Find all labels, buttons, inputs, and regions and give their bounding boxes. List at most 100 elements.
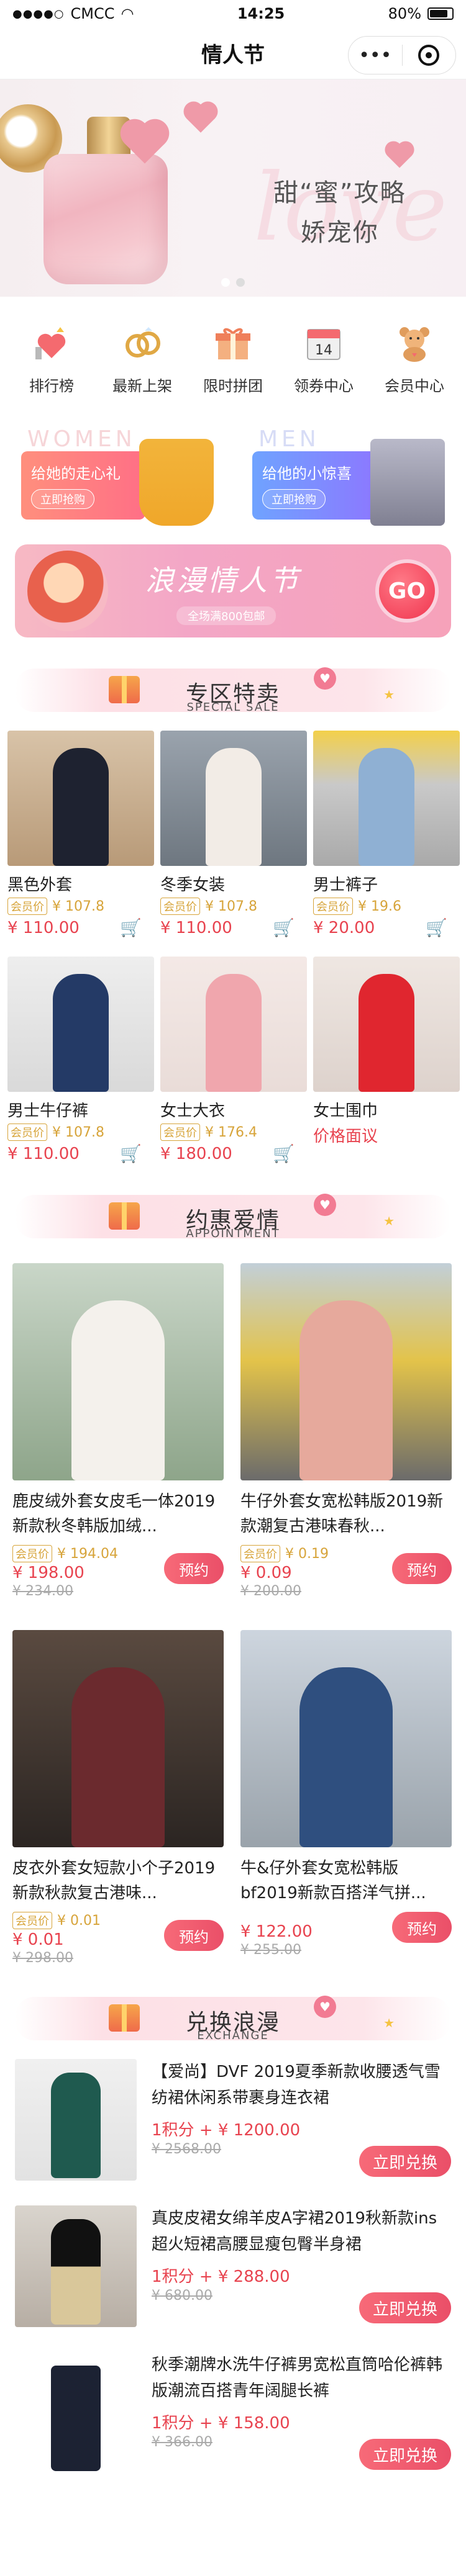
cart-icon[interactable]: 🛒 xyxy=(120,1143,142,1164)
product-card[interactable]: 男士牛仔裤 会员价 ¥ 107.8 ¥ 110.00 🛒 xyxy=(7,957,154,1164)
book-button[interactable]: 预约 xyxy=(164,1553,224,1584)
perfume-bottle-image xyxy=(43,154,168,284)
buy-now-button-men[interactable]: 立即抢购 xyxy=(262,489,326,509)
product-image xyxy=(12,1263,224,1480)
signal-icon: ●●●●○ xyxy=(12,7,65,20)
page-title: 情人节 xyxy=(201,43,265,68)
quick-nav-group-buy[interactable]: 限时拼团 xyxy=(190,322,276,395)
exchange-item[interactable]: 【爱尚】DVF 2019夏季新款收腰透气雪纺裙休闲系带裹身连衣裙 1积分 + ¥… xyxy=(15,2059,451,2181)
product-card[interactable]: 黑色外套 会员价 ¥ 107.8 ¥ 110.00 🛒 xyxy=(7,731,154,938)
product-card[interactable]: 冬季女装 会员价 ¥ 107.8 ¥ 110.00 🛒 xyxy=(160,731,307,938)
appointment-card[interactable]: 牛&仔外套女宽松韩版bf2019新款百搭洋气拼... ¥ 122.00 ¥ 25… xyxy=(240,1630,452,1966)
product-name: 男士裤子 xyxy=(313,876,378,894)
quick-nav-ranking[interactable]: 排行榜 xyxy=(8,322,95,395)
product-title: 鹿皮绒外套女皮毛一体2019新款秋冬韩版加绒... xyxy=(12,1492,216,1536)
vip-tag: 会员价 xyxy=(7,898,47,915)
quick-nav-new-arrivals[interactable]: 最新上架 xyxy=(99,322,186,395)
exchange-item[interactable]: 真皮皮裙女绵羊皮A字裙2019秋新款ins超火短裙高腰显瘦包臀半身裙 1积分 +… xyxy=(15,2205,451,2327)
exchange-button[interactable]: 立即兑换 xyxy=(359,2292,451,2323)
vip-price: ¥ 0.19 xyxy=(285,1546,329,1562)
vip-price: ¥ 107.8 xyxy=(205,898,257,914)
gift-card-women[interactable]: WOMEN 给她的走心礼 立即抢购 xyxy=(15,426,220,526)
vip-price-row: 会员价 ¥ 194.04 xyxy=(12,1545,118,1562)
product-name: 冬季女装 xyxy=(160,876,226,894)
close-target-button[interactable] xyxy=(403,37,456,74)
model-figure xyxy=(359,974,414,1092)
carousel-dot[interactable] xyxy=(236,278,245,287)
vip-tag: 会员价 xyxy=(7,1124,47,1141)
cart-icon[interactable]: 🛒 xyxy=(273,1143,295,1164)
teddy-bear-icon xyxy=(393,322,436,365)
exchange-list: 【爱尚】DVF 2019夏季新款收腰透气雪纺裙休闲系带裹身连衣裙 1积分 + ¥… xyxy=(0,2047,466,2474)
model-figure xyxy=(71,1300,165,1480)
original-price: ¥ 298.00 xyxy=(12,1950,73,1966)
heart-decoration xyxy=(186,104,215,133)
exchange-info: 【爱尚】DVF 2019夏季新款收腰透气雪纺裙休闲系带裹身连衣裙 1积分 + ¥… xyxy=(152,2059,451,2181)
vip-price-row: 会员价 ¥ 0.19 xyxy=(240,1545,329,1562)
original-price: ¥ 200.00 xyxy=(240,1583,301,1599)
gift-title-women: 给她的走心礼 xyxy=(31,465,121,482)
buy-now-button-women[interactable]: 立即抢购 xyxy=(31,489,94,509)
go-button[interactable]: GO xyxy=(379,563,435,619)
product-title: 牛仔外套女宽松韩版2019新款潮复古港味春秋... xyxy=(240,1492,444,1536)
price: ¥ 110.00 xyxy=(7,1144,80,1163)
quick-nav-coupons[interactable]: 14 领券中心 xyxy=(280,322,367,395)
book-button[interactable]: 预约 xyxy=(392,1912,452,1943)
price-row: ¥ 20.00 🛒 xyxy=(313,917,460,938)
card-bottom: 会员价 ¥ 0.19 ¥ 0.09 ¥ 200.00 预约 xyxy=(240,1545,452,1599)
cart-icon[interactable]: 🛒 xyxy=(273,917,295,938)
product-title: 真皮皮裙女绵羊皮A字裙2019秋新款ins超火短裙高腰显瘦包臀半身裙 xyxy=(152,2209,437,2254)
vip-price-row: 会员价 ¥ 0.01 xyxy=(12,1912,101,1929)
quick-nav-membership[interactable]: 会员中心 xyxy=(371,322,458,395)
vip-price-row: 会员价 ¥ 19.6 xyxy=(313,898,460,915)
original-price: ¥ 255.00 xyxy=(240,1942,301,1958)
exchange-button[interactable]: 立即兑换 xyxy=(359,2439,451,2470)
status-bar: ●●●●○ CMCC ◠ 14:25 80% xyxy=(0,0,466,27)
price-block: 会员价 ¥ 0.01 ¥ 0.01 ¥ 298.00 xyxy=(12,1912,101,1966)
product-card[interactable]: 女士大衣 会员价 ¥ 176.4 ¥ 180.00 🛒 xyxy=(160,957,307,1164)
points-price: 1积分 + ¥ 158.00 xyxy=(152,2414,290,2433)
card-bottom: ¥ 122.00 ¥ 255.00 预约 xyxy=(240,1912,452,1958)
points-price: 1积分 + ¥ 288.00 xyxy=(152,2268,290,2286)
book-button[interactable]: 预约 xyxy=(392,1553,452,1584)
gift-bg-word-women: WOMEN xyxy=(27,426,136,452)
hero-banner[interactable]: love 甜“蜜”攻略 娇宠你 xyxy=(0,79,466,297)
calendar-icon: 14 xyxy=(302,322,345,365)
appointment-grid: 鹿皮绒外套女皮毛一体2019新款秋冬韩版加绒... 会员价 ¥ 194.04 ¥… xyxy=(0,1245,466,1966)
exchange-info: 真皮皮裙女绵羊皮A字裙2019秋新款ins超火短裙高腰显瘦包臀半身裙 1积分 +… xyxy=(152,2205,451,2327)
more-icon[interactable]: ••• xyxy=(349,37,402,74)
price-row: ¥ 110.00 🛒 xyxy=(160,917,307,938)
vip-price: ¥ 19.6 xyxy=(358,898,401,914)
book-button[interactable]: 预约 xyxy=(164,1920,224,1951)
cart-icon[interactable]: 🛒 xyxy=(120,917,142,938)
model-figure xyxy=(299,1300,393,1480)
nav-bar: 情人节 ••• xyxy=(0,27,466,79)
price: ¥ 0.01 xyxy=(12,1930,64,1949)
exchange-item[interactable]: 秋季潮牌水洗牛仔裤男宽松直筒哈伦裤韩版潮流百搭青年阔腿长裤 1积分 + ¥ 15… xyxy=(15,2352,451,2474)
quick-nav-label: 限时拼团 xyxy=(203,377,263,395)
price-row: ¥ 180.00 🛒 xyxy=(160,1143,307,1164)
card-bottom: 会员价 ¥ 0.01 ¥ 0.01 ¥ 298.00 预约 xyxy=(12,1912,224,1966)
cart-icon[interactable]: 🛒 xyxy=(426,917,447,938)
product-image xyxy=(313,731,460,866)
product-card[interactable]: 女士围巾 价格面议 xyxy=(313,957,460,1164)
carousel-indicator xyxy=(0,278,466,287)
points-price: 1积分 + ¥ 1200.00 xyxy=(152,2121,301,2140)
product-title: 皮衣外套女短款小个子2019新款秋款复古港味... xyxy=(12,1859,216,1903)
appointment-card[interactable]: 牛仔外套女宽松韩版2019新款潮复古港味春秋... 会员价 ¥ 0.19 ¥ 0… xyxy=(240,1263,452,1599)
product-image xyxy=(12,1630,224,1847)
valentine-promo-banner[interactable]: 浪漫情人节 全场满800包邮 GO xyxy=(15,544,451,637)
original-price: ¥ 234.00 xyxy=(12,1583,73,1599)
appointment-card[interactable]: 皮衣外套女短款小个子2019新款秋款复古港味... 会员价 ¥ 0.01 ¥ 0… xyxy=(12,1630,224,1966)
product-card[interactable]: 男士裤子 会员价 ¥ 19.6 ¥ 20.00 🛒 xyxy=(313,731,460,938)
appointment-card[interactable]: 鹿皮绒外套女皮毛一体2019新款秋冬韩版加绒... 会员价 ¥ 194.04 ¥… xyxy=(12,1263,224,1599)
exchange-button[interactable]: 立即兑换 xyxy=(359,2146,451,2177)
price-row: ¥ 110.00 🛒 xyxy=(7,917,154,938)
carousel-dot[interactable] xyxy=(221,278,230,287)
vip-price: ¥ 176.4 xyxy=(205,1124,257,1140)
vip-tag: 会员价 xyxy=(160,1124,200,1141)
gift-card-men[interactable]: MEN 给他的小惊喜 立即抢购 xyxy=(246,426,451,526)
price: ¥ 20.00 xyxy=(313,918,375,937)
vip-price: ¥ 107.8 xyxy=(52,1124,104,1140)
vip-price-row: 会员价 ¥ 107.8 xyxy=(7,1124,154,1141)
